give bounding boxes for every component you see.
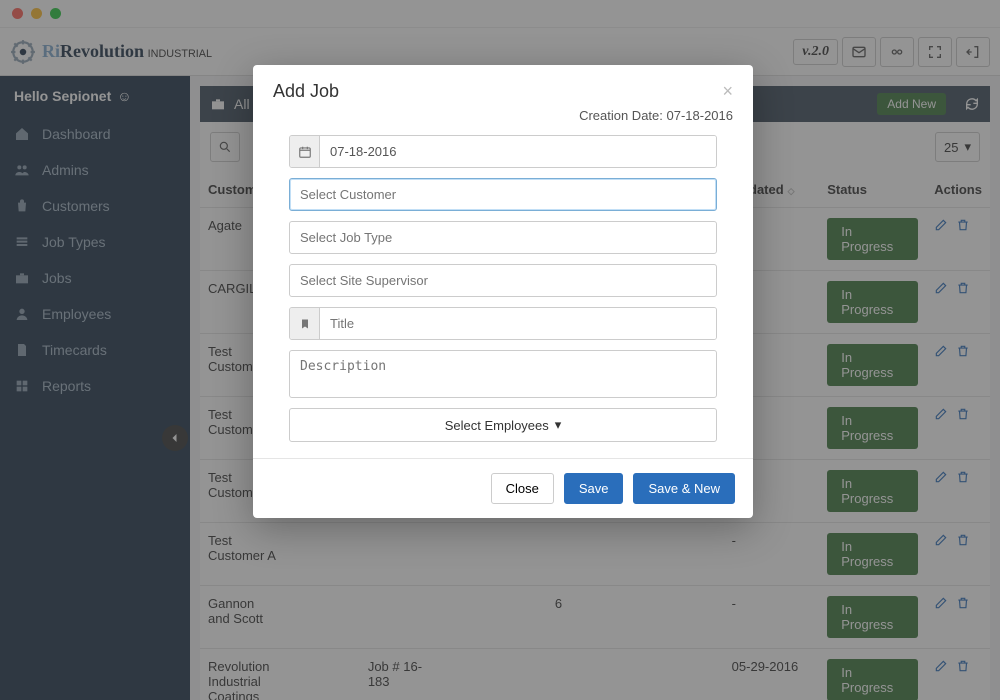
- caret-down-icon: ▾: [555, 417, 562, 433]
- date-input-group: [289, 135, 717, 168]
- close-button[interactable]: Close: [491, 473, 554, 504]
- save-button[interactable]: Save: [564, 473, 624, 504]
- modal-title: Add Job: [273, 81, 339, 102]
- modal-close-icon[interactable]: ×: [722, 81, 733, 102]
- bookmark-icon: [290, 308, 320, 339]
- creation-date-label: Creation Date: 07-18-2016: [253, 108, 753, 131]
- save-and-new-button[interactable]: Save & New: [633, 473, 735, 504]
- title-input[interactable]: [320, 308, 716, 339]
- title-input-group: [289, 307, 717, 340]
- calendar-icon[interactable]: [290, 136, 320, 167]
- description-input[interactable]: [289, 350, 717, 398]
- date-input[interactable]: [320, 136, 716, 167]
- supervisor-select[interactable]: [289, 264, 717, 297]
- customer-select[interactable]: [289, 178, 717, 211]
- add-job-modal: Add Job × Creation Date: 07-18-2016 Sele…: [253, 65, 753, 518]
- select-employees-label: Select Employees: [445, 418, 549, 433]
- select-employees-dropdown[interactable]: Select Employees ▾: [289, 408, 717, 442]
- jobtype-select[interactable]: [289, 221, 717, 254]
